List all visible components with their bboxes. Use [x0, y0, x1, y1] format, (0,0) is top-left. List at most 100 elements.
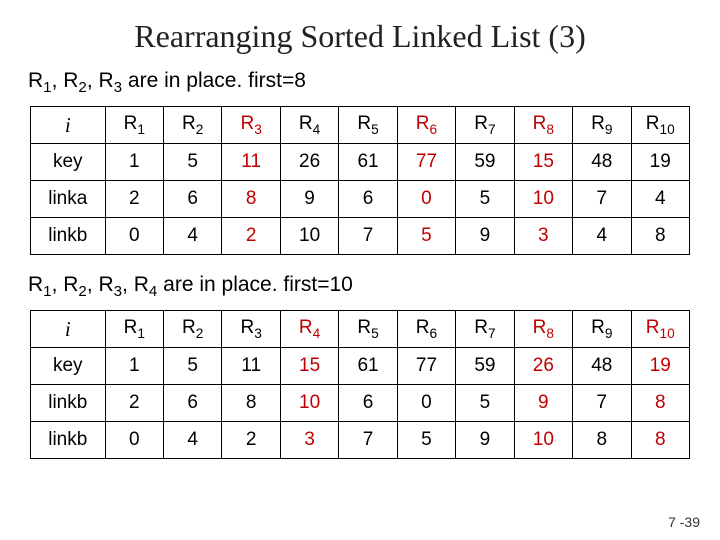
cell: 4	[164, 422, 222, 459]
cell: 1	[105, 348, 163, 385]
cell: 7	[573, 385, 631, 422]
cell: 3	[514, 218, 572, 255]
page-number: 7 -39	[668, 514, 700, 530]
cell: 8	[631, 385, 690, 422]
cell: 9	[456, 422, 514, 459]
col-header: R2	[164, 311, 222, 348]
cell: 7	[573, 181, 631, 218]
cell: 6	[339, 385, 397, 422]
col-header: R10	[631, 311, 690, 348]
col-header: R1	[105, 311, 163, 348]
cell: 59	[456, 348, 514, 385]
cell: 8	[573, 422, 631, 459]
col-header: R6	[397, 107, 455, 144]
table-row: linka 2 6 8 9 6 0 5 10 7 4	[31, 181, 690, 218]
cell: 5	[456, 385, 514, 422]
col-header: R9	[573, 107, 631, 144]
col-header: R3	[222, 311, 280, 348]
table-row: i R1 R2 R3 R4 R5 R6 R7 R8 R9 R10	[31, 311, 690, 348]
col-header: R8	[514, 107, 572, 144]
cell: 2	[105, 181, 163, 218]
table-2: i R1 R2 R3 R4 R5 R6 R7 R8 R9 R10 key 1 5…	[30, 310, 690, 459]
table-row: i R1 R2 R3 R4 R5 R6 R7 R8 R9 R10	[31, 107, 690, 144]
row-label: key	[31, 348, 106, 385]
slide-title: Rearranging Sorted Linked List (3)	[24, 18, 696, 55]
cell: 11	[222, 348, 280, 385]
cell: 11	[222, 144, 280, 181]
cell: 5	[397, 218, 455, 255]
col-header: R5	[339, 107, 397, 144]
row-label: key	[31, 144, 106, 181]
cell: 5	[164, 144, 222, 181]
col-header: R1	[105, 107, 163, 144]
cell: 15	[280, 348, 338, 385]
cell: 5	[164, 348, 222, 385]
cell: 2	[222, 218, 280, 255]
cell: 26	[280, 144, 338, 181]
cell: 1	[105, 144, 163, 181]
row-label: linka	[31, 181, 106, 218]
col-header: R10	[631, 107, 690, 144]
cell: 10	[280, 385, 338, 422]
cell: 9	[514, 385, 572, 422]
cell: 0	[105, 422, 163, 459]
caption-2: R1, R2, R3, R4 are in place. first=10	[28, 273, 696, 300]
table-row: key 1 5 11 26 61 77 59 15 48 19	[31, 144, 690, 181]
col-header: R4	[280, 107, 338, 144]
cell: 6	[164, 181, 222, 218]
cell: 61	[339, 348, 397, 385]
row-label: linkb	[31, 218, 106, 255]
caption-1: R1, R2, R3 are in place. first=8	[28, 69, 696, 96]
cell: 77	[397, 144, 455, 181]
col-header: R9	[573, 311, 631, 348]
cell: 10	[514, 181, 572, 218]
cell: 9	[280, 181, 338, 218]
table-row: linkb 2 6 8 10 6 0 5 9 7 8	[31, 385, 690, 422]
cell: 2	[105, 385, 163, 422]
row-label: linkb	[31, 422, 106, 459]
cell: 8	[222, 181, 280, 218]
cell: 26	[514, 348, 572, 385]
cell: 0	[397, 385, 455, 422]
col-header: R7	[456, 311, 514, 348]
cell: 77	[397, 348, 455, 385]
table-row: linkb 0 4 2 10 7 5 9 3 4 8	[31, 218, 690, 255]
row-label: linkb	[31, 385, 106, 422]
cell: 8	[222, 385, 280, 422]
cell: 4	[573, 218, 631, 255]
cell: 48	[573, 348, 631, 385]
cell: 0	[397, 181, 455, 218]
cell: 10	[280, 218, 338, 255]
cell: 0	[105, 218, 163, 255]
cell: 6	[339, 181, 397, 218]
cell: 10	[514, 422, 572, 459]
cell: 61	[339, 144, 397, 181]
table-row: key 1 5 11 15 61 77 59 26 48 19	[31, 348, 690, 385]
cell: 5	[456, 181, 514, 218]
col-header: R3	[222, 107, 280, 144]
cell: 7	[339, 218, 397, 255]
cell: 2	[222, 422, 280, 459]
col-header-i: i	[31, 311, 106, 348]
col-header: R7	[456, 107, 514, 144]
cell: 3	[280, 422, 338, 459]
col-header: R2	[164, 107, 222, 144]
col-header-i: i	[31, 107, 106, 144]
cell: 19	[631, 348, 690, 385]
table-1: i R1 R2 R3 R4 R5 R6 R7 R8 R9 R10 key 1 5…	[30, 106, 690, 255]
cell: 7	[339, 422, 397, 459]
cell: 15	[514, 144, 572, 181]
col-header: R6	[397, 311, 455, 348]
cell: 48	[573, 144, 631, 181]
cell: 4	[164, 218, 222, 255]
table-row: linkb 0 4 2 3 7 5 9 10 8 8	[31, 422, 690, 459]
cell: 6	[164, 385, 222, 422]
col-header: R5	[339, 311, 397, 348]
cell: 8	[631, 218, 690, 255]
cell: 5	[397, 422, 455, 459]
cell: 8	[631, 422, 690, 459]
cell: 9	[456, 218, 514, 255]
col-header: R4	[280, 311, 338, 348]
cell: 4	[631, 181, 690, 218]
col-header: R8	[514, 311, 572, 348]
